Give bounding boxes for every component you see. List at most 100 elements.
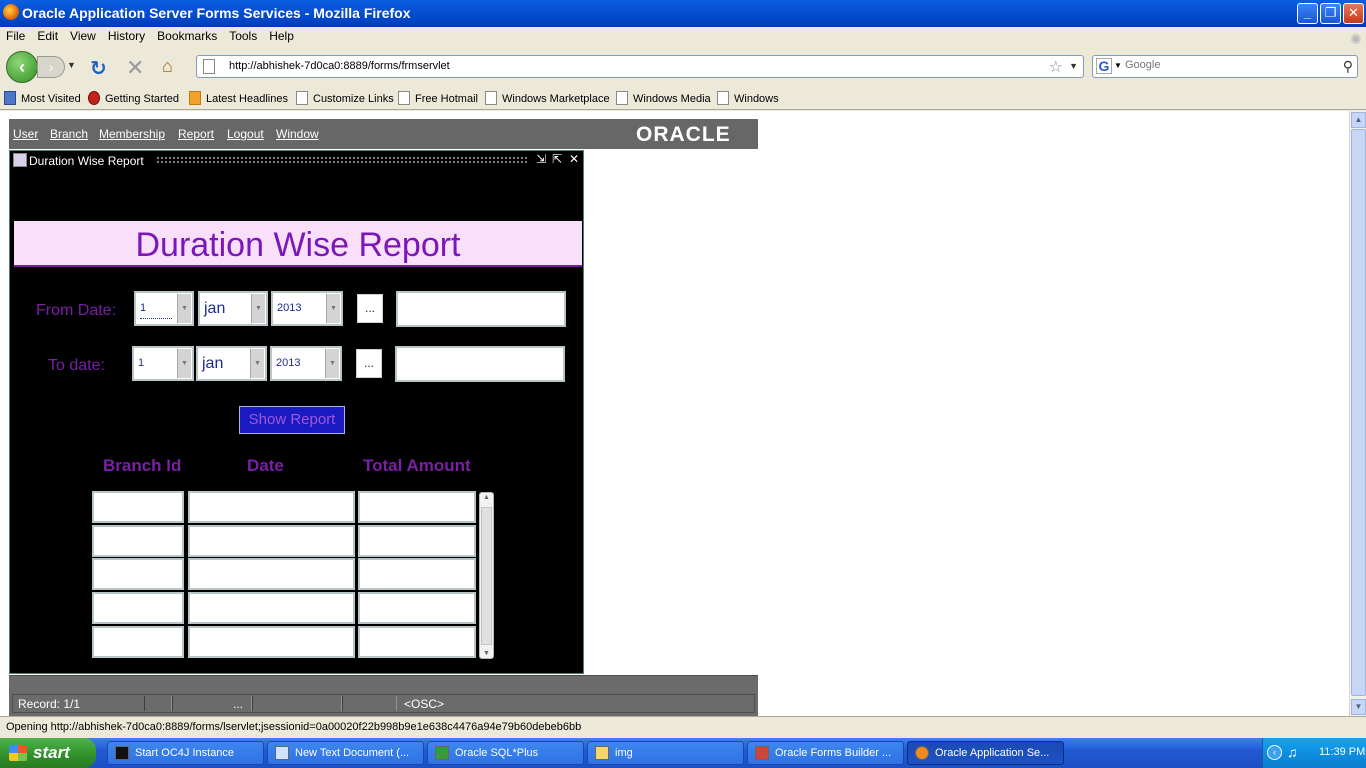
menu-file[interactable]: File bbox=[0, 27, 31, 45]
chevron-down-icon[interactable]: ▼ bbox=[251, 294, 265, 323]
date-cell[interactable] bbox=[188, 592, 355, 624]
search-input[interactable] bbox=[1125, 59, 1335, 71]
to-year-select[interactable]: 2013 ▼ bbox=[270, 346, 342, 381]
bookmark-getting-started[interactable]: Getting Started bbox=[88, 91, 179, 105]
total-amount-cell[interactable] bbox=[358, 592, 476, 624]
taskbar-item-label: Oracle SQL*Plus bbox=[455, 747, 539, 759]
forward-button[interactable]: › bbox=[37, 56, 65, 78]
to-date-field[interactable] bbox=[395, 346, 565, 382]
taskbar-item-forms-builder[interactable]: Oracle Forms Builder ... bbox=[747, 741, 904, 765]
oracle-logo: ORACLE bbox=[636, 123, 731, 146]
from-date-field[interactable] bbox=[396, 291, 566, 327]
history-dropdown-icon[interactable]: ▼ bbox=[67, 60, 76, 70]
grid-scrollbar[interactable]: ▲ ▼ bbox=[479, 492, 494, 659]
branch-id-cell[interactable] bbox=[92, 626, 184, 658]
form-window-titlebar[interactable]: Duration Wise Report ⇲ ⇱ ✕ bbox=[10, 151, 583, 170]
scroll-down-icon[interactable]: ▼ bbox=[481, 650, 492, 657]
stop-icon[interactable]: ✕ bbox=[126, 55, 144, 81]
branch-id-cell[interactable] bbox=[92, 558, 184, 590]
home-icon[interactable]: ⌂ bbox=[162, 56, 173, 77]
scroll-down-icon[interactable]: ▼ bbox=[1351, 699, 1366, 715]
minimize-window-icon[interactable]: ⇲ bbox=[536, 152, 546, 166]
scroll-up-icon[interactable]: ▲ bbox=[481, 494, 492, 501]
taskbar-item-img-folder[interactable]: img bbox=[587, 741, 744, 765]
bookmark-windows[interactable]: Windows bbox=[717, 91, 779, 105]
most-visited-icon bbox=[4, 91, 16, 105]
scrollbar-thumb[interactable] bbox=[1351, 129, 1366, 696]
bookmark-latest-headlines[interactable]: Latest Headlines bbox=[189, 91, 288, 105]
applet-menu-membership[interactable]: Membership bbox=[99, 127, 165, 141]
date-cell[interactable] bbox=[188, 491, 355, 523]
date-cell[interactable] bbox=[188, 525, 355, 557]
bookmark-star-icon[interactable]: ☆ bbox=[1049, 57, 1063, 77]
chevron-down-icon[interactable]: ▼ bbox=[325, 349, 339, 378]
reload-icon[interactable]: ↻ bbox=[90, 56, 107, 81]
url-dropdown-icon[interactable]: ▼ bbox=[1069, 61, 1078, 71]
to-date-picker-button[interactable]: ... bbox=[356, 349, 382, 378]
menu-history[interactable]: History bbox=[102, 27, 151, 45]
grid-scrollbar-thumb[interactable] bbox=[481, 507, 492, 645]
bookmark-windows-marketplace[interactable]: Windows Marketplace bbox=[485, 91, 610, 105]
start-button[interactable]: start bbox=[0, 738, 96, 768]
applet-menu-user[interactable]: User bbox=[13, 127, 38, 141]
menu-tools[interactable]: Tools bbox=[223, 27, 263, 45]
search-bar[interactable]: G ▼ ⚲ bbox=[1092, 55, 1358, 78]
page-scrollbar[interactable]: ▲ ▼ bbox=[1349, 111, 1366, 716]
chevron-down-icon[interactable]: ▼ bbox=[250, 349, 264, 378]
menu-bookmarks[interactable]: Bookmarks bbox=[151, 27, 223, 45]
applet-menu-report[interactable]: Report bbox=[178, 127, 214, 141]
bookmark-windows-media[interactable]: Windows Media bbox=[616, 91, 711, 105]
applet-menu-logout[interactable]: Logout bbox=[227, 127, 264, 141]
taskbar-item-label: Start OC4J Instance bbox=[135, 747, 235, 759]
chevron-down-icon[interactable]: ▼ bbox=[326, 294, 340, 323]
google-engine-icon[interactable]: G bbox=[1096, 58, 1112, 74]
back-button[interactable]: ‹ bbox=[6, 51, 38, 83]
minimize-button[interactable]: _ bbox=[1297, 3, 1318, 24]
total-amount-cell[interactable] bbox=[358, 626, 476, 658]
applet-menu-branch[interactable]: Branch bbox=[50, 127, 88, 141]
taskbar-item-notepad[interactable]: New Text Document (... bbox=[267, 741, 424, 765]
volume-icon[interactable]: ♫ bbox=[1287, 744, 1298, 760]
branch-id-cell[interactable] bbox=[92, 525, 184, 557]
menu-edit[interactable]: Edit bbox=[31, 27, 64, 45]
show-report-button[interactable]: Show Report bbox=[239, 406, 345, 434]
address-bar[interactable]: http://abhishek-7d0ca0:8889/forms/frmser… bbox=[196, 55, 1084, 78]
clock[interactable]: 11:39 PM bbox=[1319, 746, 1365, 758]
taskbar-item-oc4j[interactable]: Start OC4J Instance bbox=[107, 741, 264, 765]
close-window-icon[interactable]: ✕ bbox=[569, 152, 579, 166]
bookmark-customize-links[interactable]: Customize Links bbox=[296, 91, 394, 105]
date-cell[interactable] bbox=[188, 626, 355, 658]
to-day-select[interactable]: 1 ▼ bbox=[132, 346, 194, 381]
maximize-window-icon[interactable]: ⇱ bbox=[552, 152, 562, 166]
maximize-button[interactable]: ❐ bbox=[1320, 3, 1341, 24]
chevron-down-icon[interactable]: ▼ bbox=[177, 294, 191, 323]
from-day-select[interactable]: 1 ▼ bbox=[134, 291, 194, 326]
menu-view[interactable]: View bbox=[64, 27, 102, 45]
taskbar-item-sqlplus[interactable]: Oracle SQL*Plus bbox=[427, 741, 584, 765]
notepad-icon bbox=[275, 746, 289, 760]
applet-menu-window[interactable]: Window bbox=[276, 127, 319, 141]
from-month-select[interactable]: jan ▼ bbox=[198, 291, 268, 326]
bookmark-most-visited[interactable]: Most Visited bbox=[4, 91, 81, 105]
engine-dropdown-icon[interactable]: ▼ bbox=[1114, 61, 1122, 70]
branch-id-cell[interactable] bbox=[92, 491, 184, 523]
scroll-up-icon[interactable]: ▲ bbox=[1351, 112, 1366, 128]
total-amount-cell[interactable] bbox=[358, 525, 476, 557]
address-url[interactable]: http://abhishek-7d0ca0:8889/forms/frmser… bbox=[229, 60, 450, 72]
menu-help[interactable]: Help bbox=[263, 27, 300, 45]
total-amount-cell[interactable] bbox=[358, 558, 476, 590]
taskbar-item-firefox[interactable]: Oracle Application Se... bbox=[907, 741, 1064, 765]
search-icon[interactable]: ⚲ bbox=[1343, 58, 1353, 75]
chevron-down-icon[interactable]: ▼ bbox=[177, 349, 191, 378]
to-month-select[interactable]: jan ▼ bbox=[196, 346, 267, 381]
total-amount-cell[interactable] bbox=[358, 491, 476, 523]
folder-icon bbox=[595, 746, 609, 760]
show-hidden-icons-icon[interactable]: ‹ bbox=[1267, 745, 1282, 760]
bookmark-free-hotmail[interactable]: Free Hotmail bbox=[398, 91, 478, 105]
branch-id-cell[interactable] bbox=[92, 592, 184, 624]
from-year-select[interactable]: 2013 ▼ bbox=[271, 291, 343, 326]
date-cell[interactable] bbox=[188, 558, 355, 590]
from-date-picker-button[interactable]: ... bbox=[357, 294, 383, 323]
close-button[interactable]: ✕ bbox=[1343, 3, 1364, 24]
navigation-toolbar: ‹ › ▼ ↻ ✕ ⌂ http://abhishek-7d0ca0:8889/… bbox=[0, 47, 1366, 87]
